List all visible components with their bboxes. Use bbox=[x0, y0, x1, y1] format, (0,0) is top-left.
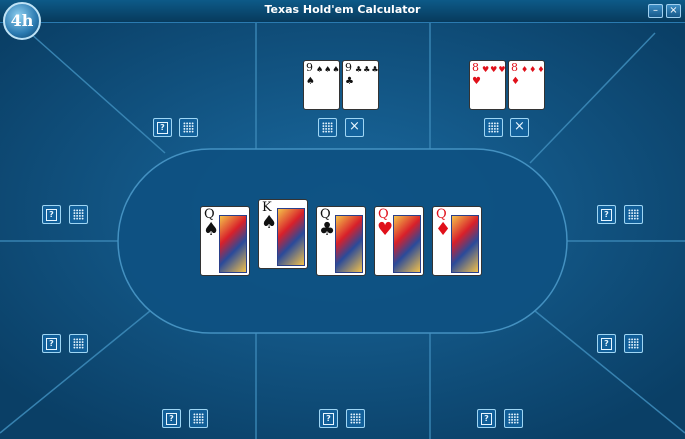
grid-icon bbox=[508, 413, 519, 424]
face-card-art bbox=[219, 215, 247, 273]
help-icon: ? bbox=[46, 209, 57, 221]
grid-icon bbox=[350, 413, 361, 424]
grid-icon bbox=[73, 209, 84, 220]
card-suit: ♦ bbox=[435, 219, 452, 240]
card-grid-button[interactable] bbox=[69, 205, 88, 224]
card-suit: ♥ bbox=[377, 219, 394, 240]
card-suit: ♠ bbox=[261, 212, 278, 233]
face-card-art bbox=[277, 208, 305, 266]
help-icon: ? bbox=[157, 122, 168, 134]
card-pips: ♥♥♥♥♥♥♥♥ bbox=[482, 65, 506, 74]
grid-icon bbox=[73, 338, 84, 349]
help-icon: ? bbox=[481, 413, 492, 425]
help-button[interactable]: ? bbox=[153, 118, 172, 137]
player-card[interactable]: 8 ♦ ♦♦♦♦♦♦♦♦ bbox=[508, 60, 545, 110]
player-card[interactable]: 8 ♥ ♥♥♥♥♥♥♥♥ bbox=[469, 60, 506, 110]
help-button[interactable]: ? bbox=[477, 409, 496, 428]
card-pips: ♣♣♣♣♣♣♣♣♣ bbox=[355, 65, 379, 74]
help-button[interactable]: ? bbox=[597, 205, 616, 224]
board-card[interactable]: K ♠ bbox=[258, 199, 308, 269]
card-pips: ♦♦♦♦♦♦♦♦ bbox=[521, 65, 545, 74]
help-button[interactable]: ? bbox=[319, 409, 338, 428]
remove-hand-button[interactable]: × bbox=[345, 118, 364, 137]
help-button[interactable]: ? bbox=[597, 334, 616, 353]
minimize-button[interactable]: – bbox=[648, 4, 663, 18]
grid-icon bbox=[628, 209, 639, 220]
remove-hand-button[interactable]: × bbox=[510, 118, 529, 137]
card-grid-button[interactable] bbox=[318, 118, 337, 137]
card-suit: ♦ bbox=[511, 76, 520, 87]
face-card-art bbox=[393, 215, 421, 273]
card-suit: ♠ bbox=[306, 76, 315, 87]
help-icon: ? bbox=[601, 209, 612, 221]
grid-icon bbox=[322, 122, 333, 133]
card-suit: ♥ bbox=[472, 76, 481, 87]
face-card-art bbox=[335, 215, 363, 273]
card-suit: ♠ bbox=[203, 219, 220, 240]
close-icon: × bbox=[349, 119, 360, 134]
board-card[interactable]: Q ♠ bbox=[200, 206, 250, 276]
title-bar: Texas Hold'em Calculator – × bbox=[0, 0, 685, 23]
player-card[interactable]: 9 ♣ ♣♣♣♣♣♣♣♣♣ bbox=[342, 60, 379, 110]
help-icon: ? bbox=[166, 413, 177, 425]
window-title: Texas Hold'em Calculator bbox=[264, 3, 421, 16]
card-grid-button[interactable] bbox=[179, 118, 198, 137]
card-grid-button[interactable] bbox=[624, 205, 643, 224]
help-button[interactable]: ? bbox=[162, 409, 181, 428]
card-grid-button[interactable] bbox=[624, 334, 643, 353]
help-icon: ? bbox=[46, 338, 57, 350]
help-icon: ? bbox=[323, 413, 334, 425]
card-pips: ♠♠♠♠♠♠♠♠♠ bbox=[316, 65, 340, 74]
app-logo: 4h bbox=[3, 2, 41, 40]
face-card-art bbox=[451, 215, 479, 273]
help-button[interactable]: ? bbox=[42, 205, 61, 224]
calculator-window: Texas Hold'em Calculator – × 4h 9 ♠ ♠♠♠ … bbox=[0, 0, 685, 439]
card-suit: ♣ bbox=[345, 76, 354, 87]
player-card[interactable]: 9 ♠ ♠♠♠♠♠♠♠♠♠ bbox=[303, 60, 340, 110]
card-grid-button[interactable] bbox=[69, 334, 88, 353]
grid-icon bbox=[183, 122, 194, 133]
close-window-button[interactable]: × bbox=[666, 4, 681, 18]
close-icon: × bbox=[514, 119, 525, 134]
board-card[interactable]: Q ♦ bbox=[432, 206, 482, 276]
grid-icon bbox=[628, 338, 639, 349]
grid-icon bbox=[193, 413, 204, 424]
help-button[interactable]: ? bbox=[42, 334, 61, 353]
card-grid-button[interactable] bbox=[484, 118, 503, 137]
board-card[interactable]: Q ♥ bbox=[374, 206, 424, 276]
card-grid-button[interactable] bbox=[346, 409, 365, 428]
card-suit: ♣ bbox=[319, 219, 336, 240]
board-card[interactable]: Q ♣ bbox=[316, 206, 366, 276]
help-icon: ? bbox=[601, 338, 612, 350]
grid-icon bbox=[488, 122, 499, 133]
card-grid-button[interactable] bbox=[504, 409, 523, 428]
card-grid-button[interactable] bbox=[189, 409, 208, 428]
